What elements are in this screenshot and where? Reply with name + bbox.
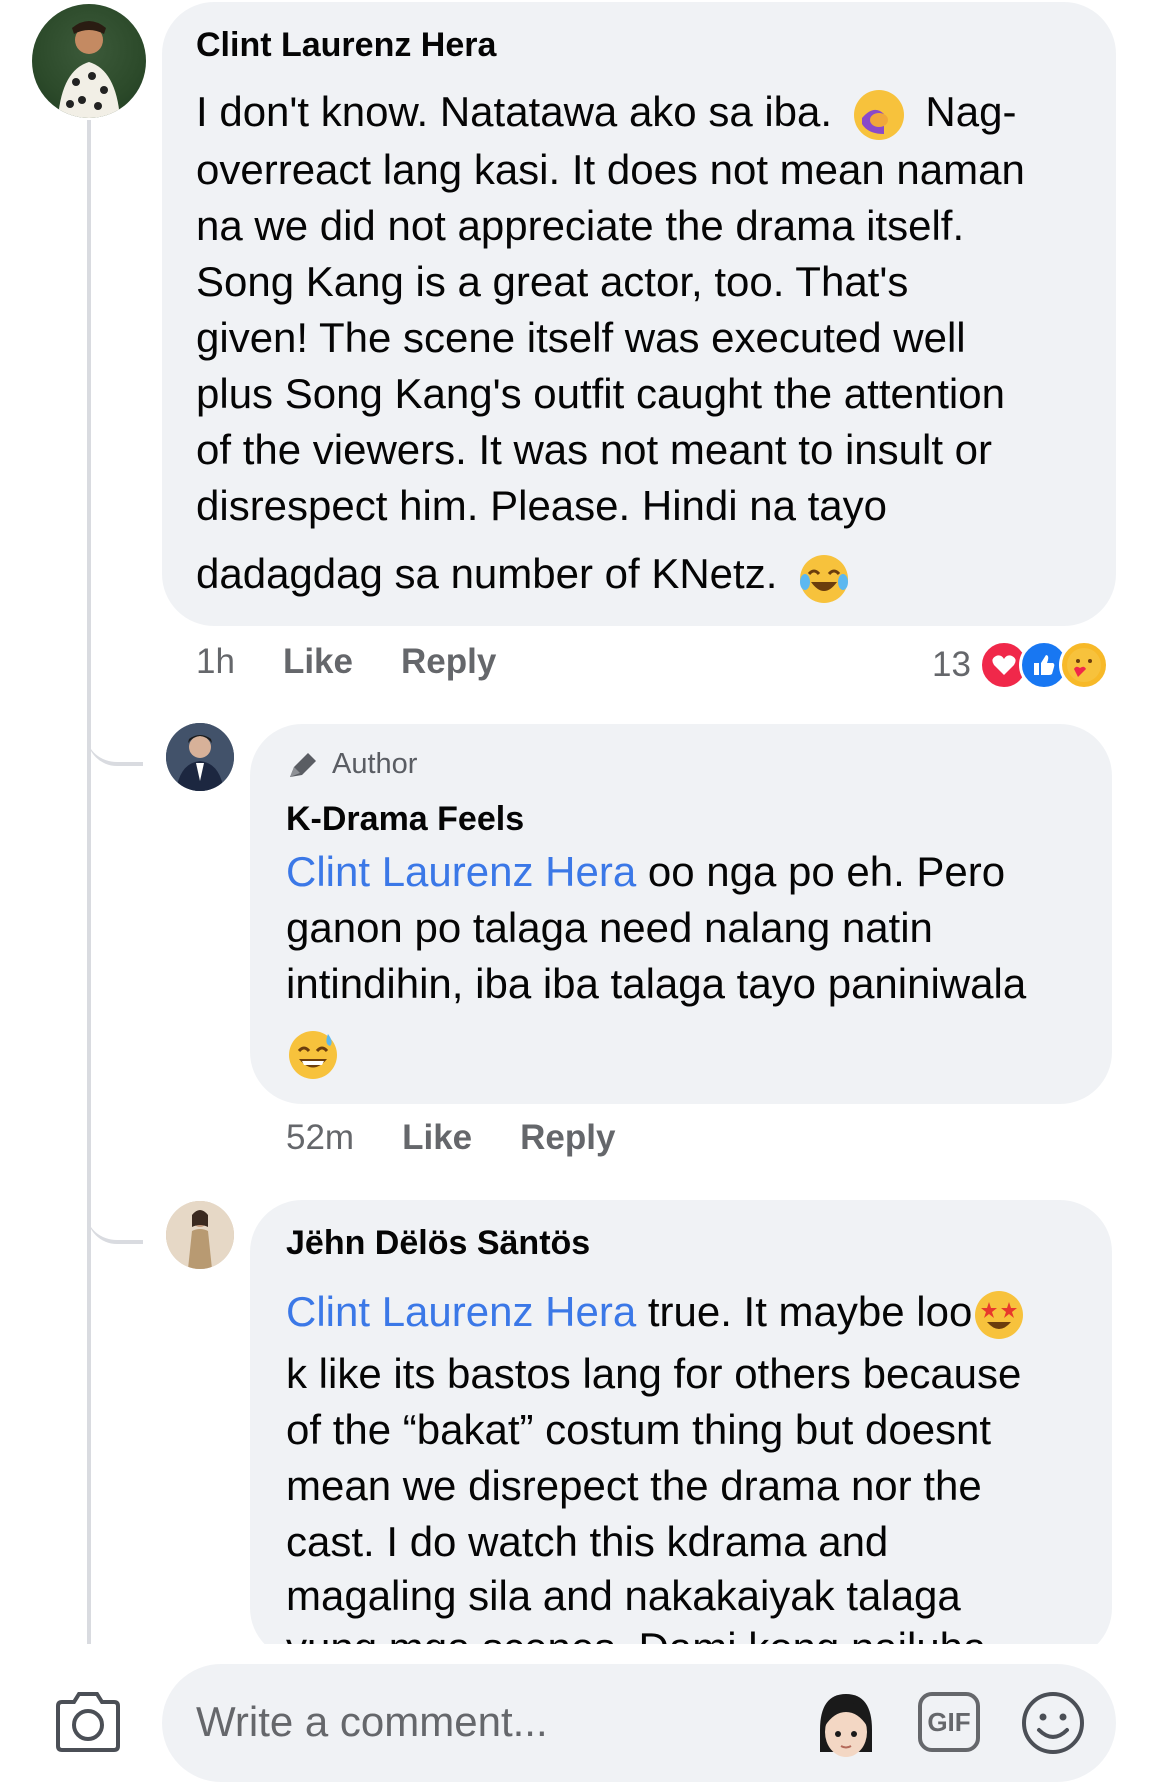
gif-icon: GIF <box>927 1706 971 1737</box>
comment-text-line-9: dadagdag sa number of KNetz. <box>196 546 849 603</box>
reaction-count: 13 <box>932 645 971 684</box>
camera-icon <box>56 1692 120 1752</box>
gif-button[interactable]: GIF <box>918 1692 980 1752</box>
comment-actions: 1h Like Reply <box>196 642 496 682</box>
reply-button[interactable]: Reply <box>520 1118 615 1158</box>
avatar-photo <box>166 723 234 791</box>
avatar[interactable] <box>166 723 234 791</box>
comment-text-line-4: Song Kang is a great actor, too. That's <box>196 258 909 305</box>
mention-link[interactable]: Clint Laurenz Hera <box>286 848 636 895</box>
reply-author-name[interactable]: Jëhn Dëlös Säntös <box>286 1224 590 1263</box>
star-struck-emoji <box>972 1288 1026 1342</box>
reply-text-line-1: Clint Laurenz Hera oo nga po eh. Pero <box>286 848 1006 895</box>
reply-text-line-5: cast. I do watch this kdrama and <box>286 1518 889 1565</box>
reply-text-line-4 <box>286 1024 340 1082</box>
comment-author-name[interactable]: Clint Laurenz Hera <box>196 26 496 65</box>
care-reaction-icon <box>1058 640 1109 690</box>
memoji-avatar-button[interactable] <box>810 1686 882 1766</box>
reply-button[interactable]: Reply <box>401 642 496 682</box>
thread-line <box>87 120 91 1650</box>
avatar[interactable] <box>32 4 146 118</box>
reaction-summary[interactable]: 13 <box>932 640 1109 690</box>
comment-text-line-3: na we did not appreciate the drama itsel… <box>196 202 965 249</box>
reply-text-line-4: mean we disrepect the drama nor the <box>286 1462 982 1509</box>
reply-text-line-2: k like its bastos lang for others becaus… <box>286 1350 1022 1397</box>
comment-text-line-7: of the viewers. It was not meant to insu… <box>196 426 993 473</box>
reply-text-line-1: Clint Laurenz Hera true. It maybe loo <box>286 1284 1026 1342</box>
comment-input-placeholder[interactable]: Write a comment... <box>196 1698 548 1746</box>
facepalm-emoji <box>853 89 904 140</box>
comment-thread-page: Clint Laurenz Hera I don't know. Natataw… <box>0 0 1152 1792</box>
comment-text-line-5: given! The scene itself was executed wel… <box>196 314 966 361</box>
avatar-photo <box>166 1201 234 1269</box>
reply-time: 52m <box>286 1118 355 1157</box>
reply-text-line-2: ganon po talaga need nalang natin <box>286 904 933 951</box>
memoji-avatar-icon <box>820 1694 872 1757</box>
camera-button[interactable] <box>52 1690 124 1754</box>
avatar[interactable] <box>166 1201 234 1269</box>
like-button[interactable]: Like <box>402 1118 472 1158</box>
thread-branch-jehn <box>87 1180 143 1244</box>
avatar-photo <box>58 21 120 118</box>
mention-link[interactable]: Clint Laurenz Hera <box>286 1288 636 1335</box>
reply-text-line-3: of the “bakat” costum thing but doesnt <box>286 1406 992 1453</box>
pencil-icon <box>290 752 316 777</box>
comment-text-line-1: I don't know. Natatawa ako sa iba. Nag- <box>196 84 1016 140</box>
reply-text-line-3: intindihin, iba iba talaga tayo paniniwa… <box>286 960 1027 1007</box>
comment-text-line-6: plus Song Kang's outfit caught the atten… <box>196 370 1005 417</box>
like-button[interactable]: Like <box>283 642 353 682</box>
emoji-button[interactable] <box>1020 1690 1086 1756</box>
emoji-smile-icon <box>1022 1692 1084 1754</box>
comment-text-line-2: overreact lang kasi. It does not mean na… <box>196 146 1025 193</box>
author-badge: Author <box>286 748 417 781</box>
thread-branch-author <box>87 700 143 766</box>
reply-author-name[interactable]: K-Drama Feels <box>286 800 524 839</box>
reply-actions: 52m Like Reply <box>286 1118 615 1158</box>
reply-text-line-6: magaling sila and nakakaiyak talaga <box>286 1572 961 1619</box>
comment-text-line-8: disrespect him. Please. Hindi na tayo <box>196 482 888 529</box>
comment-time: 1h <box>196 642 235 681</box>
sweat-smile-emoji <box>286 1028 340 1082</box>
laughing-emoji <box>797 552 849 603</box>
